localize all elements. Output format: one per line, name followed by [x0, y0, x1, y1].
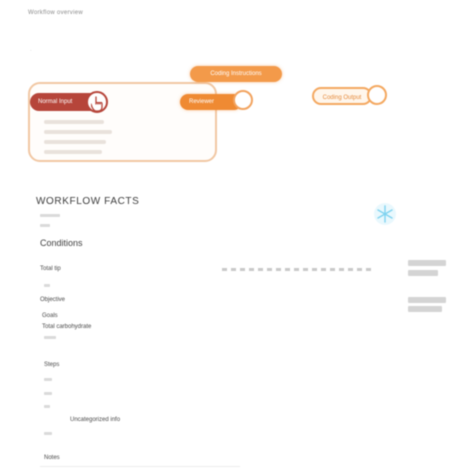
feature-line: [44, 150, 102, 154]
placeholder-line: [44, 378, 52, 381]
placeholder-line: [40, 224, 50, 227]
row-objective-label: Objective: [40, 297, 66, 303]
feature-line: [44, 140, 106, 144]
page-canvas: Workflow overview · Normal Input Coding …: [0, 0, 456, 475]
feature-line: [44, 120, 104, 124]
placeholder-line: [44, 405, 50, 408]
reviewer-circle-icon: [233, 90, 253, 110]
row-uncategorized-label: Uncategorized info: [70, 417, 121, 423]
placeholder-line: [40, 214, 60, 217]
hand-pointer-icon: [86, 91, 108, 113]
feature-description: [44, 120, 144, 160]
coding-output-circle-icon: [367, 85, 387, 105]
small-marker: ·: [30, 48, 32, 54]
bottom-divider: [40, 466, 240, 467]
placeholder-line: [44, 284, 50, 287]
placeholder-line: [44, 392, 52, 395]
row-steps-label: Steps: [44, 362, 60, 368]
row-chip: [408, 260, 446, 266]
row-total-carb-label: Total carbohydrate: [42, 324, 92, 330]
row-notes-label: Notes: [44, 455, 60, 461]
placeholder-line: [44, 432, 52, 435]
row-chip: [408, 270, 438, 276]
row-goals-label: Goals: [42, 313, 58, 319]
section-title: WORKFLOW FACTS: [36, 196, 140, 207]
snowflake-badge-icon: [371, 200, 399, 228]
coding-instructions-pill[interactable]: Coding Instructions: [190, 66, 282, 82]
coding-output-pill[interactable]: Coding Output: [312, 87, 372, 105]
feature-line: [44, 130, 112, 134]
conditions-heading: Conditions: [40, 238, 83, 248]
placeholder-line: [44, 336, 56, 339]
row-chip: [408, 297, 446, 303]
row-chip: [408, 306, 442, 312]
breadcrumb: Workflow overview: [28, 10, 84, 16]
row-total-tip-label: Total tip: [40, 266, 61, 272]
row-total-tip-value: [222, 268, 372, 271]
